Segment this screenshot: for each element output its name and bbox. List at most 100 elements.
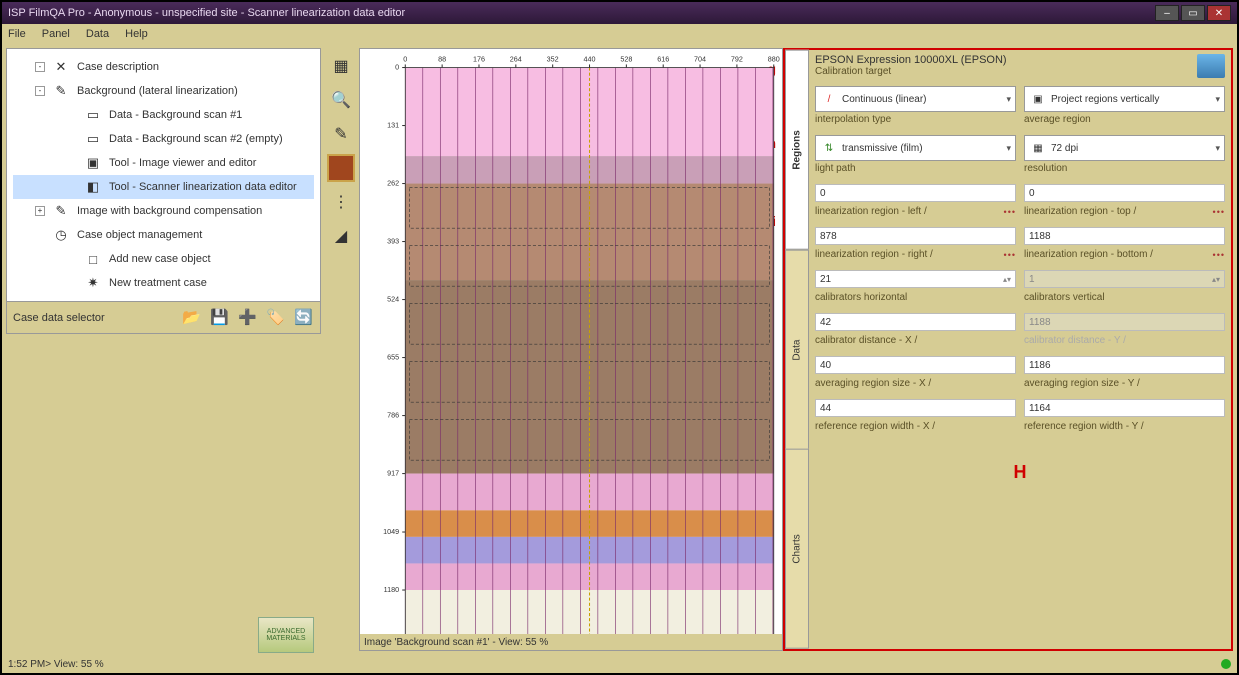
- lin-bottom-field[interactable]: 1188: [1024, 227, 1225, 245]
- tree-item[interactable]: ▭Data - Background scan #1: [13, 103, 314, 127]
- prism-icon[interactable]: ◢: [327, 222, 355, 250]
- svg-text:792: 792: [731, 54, 743, 63]
- save-icon[interactable]: 💾: [210, 308, 230, 328]
- svg-text:88: 88: [438, 54, 446, 63]
- tree-item[interactable]: ✷ New treatment case: [13, 271, 314, 295]
- expander-icon[interactable]: -: [35, 62, 45, 72]
- vertical-tabs: Regions Data Charts: [785, 50, 809, 649]
- case-tree-panel: -✕Case description-✎Background (lateral …: [6, 48, 321, 334]
- resolution-select[interactable]: ▦ 72 dpi ▾: [1024, 135, 1225, 161]
- status-led-icon: [1221, 659, 1231, 669]
- svg-text:1180: 1180: [384, 585, 399, 594]
- lin-left-field[interactable]: 0: [815, 184, 1016, 202]
- status-text: 1:52 PM> View: 55 %: [8, 659, 104, 670]
- ref-x-field[interactable]: 44: [815, 399, 1016, 417]
- chevron-down-icon: ▾: [1006, 94, 1011, 105]
- frame-icon[interactable]: [327, 154, 355, 182]
- open-icon[interactable]: 📂: [182, 308, 202, 328]
- tag-icon[interactable]: 🏷️: [266, 308, 286, 328]
- tree-item-label: Tool - Scanner linearization data editor: [109, 181, 297, 193]
- expander-icon[interactable]: +: [35, 206, 45, 216]
- tree-item-label: Case description: [77, 61, 159, 73]
- tree-item[interactable]: □ Add new case object: [13, 247, 314, 271]
- svg-text:786: 786: [387, 411, 399, 420]
- svg-text:440: 440: [584, 54, 596, 63]
- zoom-icon[interactable]: 🔍: [327, 86, 355, 114]
- svg-text:655: 655: [387, 353, 399, 362]
- svg-text:0: 0: [403, 54, 407, 63]
- vtab-charts[interactable]: Charts: [785, 449, 809, 649]
- vtab-regions[interactable]: Regions: [785, 50, 809, 250]
- avg-x-field[interactable]: 40: [815, 356, 1016, 374]
- ref-y-field[interactable]: 1164: [1024, 399, 1225, 417]
- tree-item-icon: ▭: [83, 129, 103, 149]
- tree-item-icon: ◷: [51, 225, 71, 245]
- tree-item[interactable]: ▭ Data - Background scan #2 (empty): [13, 127, 314, 151]
- tree-item[interactable]: + ✎ Image with background compensation: [13, 199, 314, 223]
- line-icon: /: [820, 90, 838, 108]
- chart-canvas[interactable]: g h i 0881762643524405286167047928800131…: [360, 49, 782, 634]
- lin-top-field[interactable]: 0: [1024, 184, 1225, 202]
- tree-item-label: Tool - Image viewer and editor: [109, 157, 256, 169]
- tree-item[interactable]: ▣Tool - Image viewer and editor: [13, 151, 314, 175]
- tree-item-icon: ✎: [51, 201, 71, 221]
- tree-item-label: Case object management: [77, 229, 202, 241]
- window-controls: – ▭ ✕: [1155, 5, 1231, 21]
- tree-item-icon: □: [83, 249, 103, 269]
- interp-label: interpolation type: [815, 112, 1016, 131]
- properties-panel: Regions Data Charts EPSON Expression 100…: [783, 48, 1233, 651]
- calib-h-field[interactable]: 21▴▾: [815, 270, 1016, 288]
- tree-item[interactable]: ◷ Case object management: [13, 223, 314, 247]
- add-icon[interactable]: ➕: [238, 308, 258, 328]
- light-label: light path: [815, 161, 1016, 180]
- menu-file[interactable]: File: [8, 28, 26, 40]
- vtab-data[interactable]: Data: [785, 250, 809, 450]
- svg-text:131: 131: [387, 121, 399, 130]
- tree-item-label: Background (lateral linearization): [77, 85, 238, 97]
- calib-v-field[interactable]: 1▴▾: [1024, 270, 1225, 288]
- dpi-icon: ▦: [1029, 139, 1047, 157]
- tree-item-label: New treatment case: [109, 277, 207, 289]
- lin-right-field[interactable]: 878: [815, 227, 1016, 245]
- menu-help[interactable]: Help: [125, 28, 148, 40]
- titlebar: ISP FilmQA Pro - Anonymous - unspecified…: [2, 2, 1237, 24]
- close-button[interactable]: ✕: [1207, 5, 1231, 21]
- chevron-down-icon: ▾: [1215, 143, 1220, 154]
- tree-item-label: Data - Background scan #2 (empty): [109, 133, 283, 145]
- tree-item[interactable]: -✕Case description: [13, 55, 314, 79]
- calib-dx-field[interactable]: 42: [815, 313, 1016, 331]
- device-name: EPSON Expression 10000XL (EPSON): [815, 54, 1007, 66]
- app-title: ISP FilmQA Pro - Anonymous - unspecified…: [8, 7, 405, 19]
- statusbar: 1:52 PM> View: 55 %: [2, 655, 1237, 673]
- pencil-icon[interactable]: ✎: [327, 120, 355, 148]
- tree-item-label: Image with background compensation: [77, 205, 262, 217]
- tree-item-icon: ◧: [83, 177, 103, 197]
- avg-y-field[interactable]: 1186: [1024, 356, 1225, 374]
- svg-text:528: 528: [620, 54, 632, 63]
- interpolation-select[interactable]: / Continuous (linear) ▾: [815, 86, 1016, 112]
- svg-text:264: 264: [510, 54, 522, 63]
- light-path-select[interactable]: ⇅ transmissive (film) ▾: [815, 135, 1016, 161]
- rgb-dots-icon[interactable]: ⋮: [327, 188, 355, 216]
- project-icon: ▣: [1029, 90, 1047, 108]
- tree-item[interactable]: ◧ Tool - Scanner linearization data edito…: [13, 175, 314, 199]
- refresh-icon[interactable]: 🔄: [294, 308, 314, 328]
- menu-data[interactable]: Data: [86, 28, 109, 40]
- below-sidebar: [2, 338, 325, 380]
- region-mode-select[interactable]: ▣ Project regions vertically ▾: [1024, 86, 1225, 112]
- menu-panel[interactable]: Panel: [42, 28, 70, 40]
- chevron-down-icon: ▾: [1215, 94, 1220, 105]
- menubar: File Panel Data Help: [2, 24, 1237, 44]
- svg-text:0: 0: [395, 63, 399, 72]
- tree-item-label: Add new case object: [109, 253, 211, 265]
- tree-item-icon: ✷: [83, 273, 103, 293]
- svg-text:176: 176: [473, 54, 485, 63]
- annot-H: H: [815, 462, 1225, 483]
- expander-icon[interactable]: -: [35, 86, 45, 96]
- max-button[interactable]: ▭: [1181, 5, 1205, 21]
- chevron-down-icon: ▾: [1006, 143, 1011, 154]
- tree-item[interactable]: -✎ Background (lateral linearization): [13, 79, 314, 103]
- tree-item-icon: ✎: [51, 81, 71, 101]
- grid-icon[interactable]: ▦: [327, 52, 355, 80]
- min-button[interactable]: –: [1155, 5, 1179, 21]
